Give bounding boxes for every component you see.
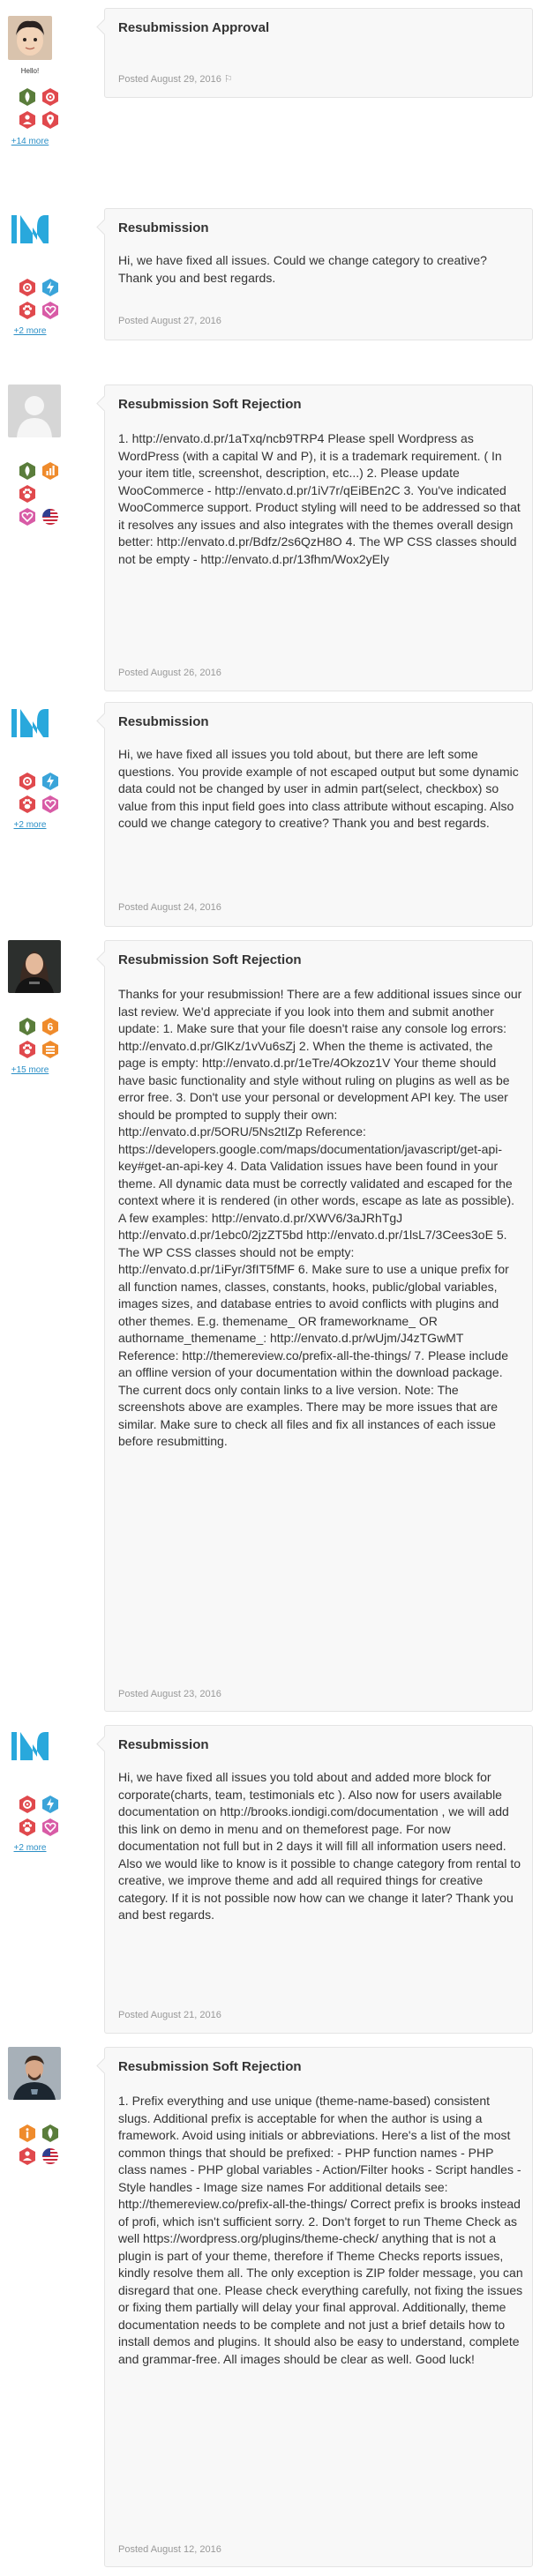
- member-years-icon[interactable]: [19, 1041, 36, 1058]
- posted-date-text: Posted August 29, 2016: [118, 74, 221, 85]
- avatar[interactable]: [8, 940, 61, 993]
- member-years-icon[interactable]: [19, 795, 36, 813]
- exclusive-author-icon[interactable]: [19, 773, 36, 790]
- country-flag-icon[interactable]: [41, 2147, 59, 2165]
- posted-date: Posted August 24, 2016: [118, 902, 221, 913]
- collector-icon[interactable]: [41, 302, 59, 319]
- review-thread: Hello! +14 more Resubmission Approval Po…: [0, 0, 540, 2576]
- author-note: Hello!: [20, 67, 40, 75]
- avatar[interactable]: [8, 208, 52, 252]
- message-title: Resubmission Soft Rejection: [118, 397, 302, 412]
- message-title: Resubmission: [118, 714, 209, 729]
- thread-entry: +2 more Resubmission Hi, we have fixed a…: [0, 1725, 540, 2047]
- message-body: Thanks for your resubmission! There are …: [118, 987, 522, 1448]
- message-card: Resubmission Soft Rejection Thanks for y…: [104, 940, 533, 1712]
- message-title: Resubmission Soft Rejection: [118, 2059, 302, 2074]
- locale-icon[interactable]: [41, 111, 59, 129]
- message-title: Resubmission: [118, 220, 209, 235]
- avatar[interactable]: [8, 16, 52, 60]
- message-body: Hi, we have fixed all issues you told ab…: [118, 1770, 521, 1922]
- thread-entry: +2 more Resubmission Hi, we have fixed a…: [0, 702, 540, 940]
- collector-icon[interactable]: [19, 508, 36, 526]
- posted-date: Posted August 29, 2016 ⚐: [118, 73, 233, 85]
- power-elite-icon[interactable]: [41, 773, 59, 790]
- power-elite-icon[interactable]: [41, 1796, 59, 1813]
- power-elite-icon[interactable]: [41, 279, 59, 296]
- posted-date: Posted August 27, 2016: [118, 316, 221, 326]
- message-card: Resubmission Soft Rejection 1. http://en…: [104, 385, 533, 691]
- referral-icon[interactable]: [19, 2147, 36, 2165]
- more-badges-link[interactable]: +2 more: [8, 1843, 52, 1853]
- exclusive-author-icon[interactable]: [41, 88, 59, 106]
- thread-entry: 6 +15 more Resubmission Soft Rejection T…: [0, 940, 540, 1725]
- author-badge-icon[interactable]: [41, 2124, 59, 2142]
- exclusive-author-icon[interactable]: [19, 1796, 36, 1813]
- message-body: Hi, we have fixed all issues. Could we c…: [118, 253, 487, 285]
- message-card: Resubmission Hi, we have fixed all issue…: [104, 208, 533, 340]
- message-title: Resubmission Soft Rejection: [118, 952, 302, 967]
- member-years-icon[interactable]: [19, 485, 36, 503]
- message-body: 1. http://envato.d.pr/1aTxq/ncb9TRP4 Ple…: [118, 431, 521, 566]
- message-card: Resubmission Approval Posted August 29, …: [104, 8, 533, 98]
- more-badges-link[interactable]: +2 more: [8, 820, 52, 830]
- message-title: Resubmission Approval: [118, 20, 270, 35]
- reviewer-icon[interactable]: [19, 2124, 36, 2142]
- message-card: Resubmission Hi, we have fixed all issue…: [104, 702, 533, 927]
- author-badge-icon[interactable]: [19, 462, 36, 480]
- author-badge-icon[interactable]: [19, 88, 36, 106]
- posted-date: Posted August 26, 2016: [118, 668, 221, 678]
- avatar[interactable]: [8, 385, 61, 437]
- more-badges-link[interactable]: +2 more: [8, 326, 52, 336]
- collector-icon[interactable]: [41, 1818, 59, 1836]
- sales-level-icon[interactable]: [41, 462, 59, 480]
- avatar[interactable]: [8, 1725, 52, 1769]
- thread-entry: Hello! +14 more Resubmission Approval Po…: [0, 0, 540, 208]
- community-icon[interactable]: [41, 1041, 59, 1058]
- posted-date: Posted August 21, 2016: [118, 2010, 221, 2020]
- message-card: Resubmission Hi, we have fixed all issue…: [104, 1725, 533, 2034]
- message-body: Hi, we have fixed all issues you told ab…: [118, 747, 519, 830]
- country-flag-icon[interactable]: [41, 508, 59, 526]
- author-badge-icon[interactable]: [19, 1018, 36, 1035]
- member-years-icon[interactable]: [19, 302, 36, 319]
- flag-icon[interactable]: ⚐: [224, 74, 233, 85]
- years-badge-icon[interactable]: 6: [41, 1018, 59, 1035]
- thread-entry: +2 more Resubmission Hi, we have fixed a…: [0, 208, 540, 385]
- message-card: Resubmission Soft Rejection 1. Prefix ev…: [104, 2047, 533, 2567]
- svg-text:6: 6: [48, 1021, 54, 1034]
- collector-icon[interactable]: [41, 795, 59, 813]
- member-years-icon[interactable]: [19, 1818, 36, 1836]
- message-title: Resubmission: [118, 1737, 209, 1752]
- avatar[interactable]: [8, 2047, 61, 2100]
- thread-entry: Resubmission Soft Rejection 1. http://en…: [0, 385, 540, 702]
- thread-entry: Resubmission Soft Rejection 1. Prefix ev…: [0, 2047, 540, 2576]
- more-badges-link[interactable]: +15 more: [8, 1065, 52, 1075]
- posted-date: Posted August 23, 2016: [118, 1689, 221, 1699]
- more-badges-link[interactable]: +14 more: [8, 137, 52, 146]
- avatar[interactable]: [8, 702, 52, 746]
- posted-date: Posted August 12, 2016: [118, 2544, 221, 2555]
- exclusive-author-icon[interactable]: [19, 279, 36, 296]
- message-body: 1. Prefix everything and use unique (the…: [118, 2094, 523, 2366]
- referral-icon[interactable]: [19, 111, 36, 129]
